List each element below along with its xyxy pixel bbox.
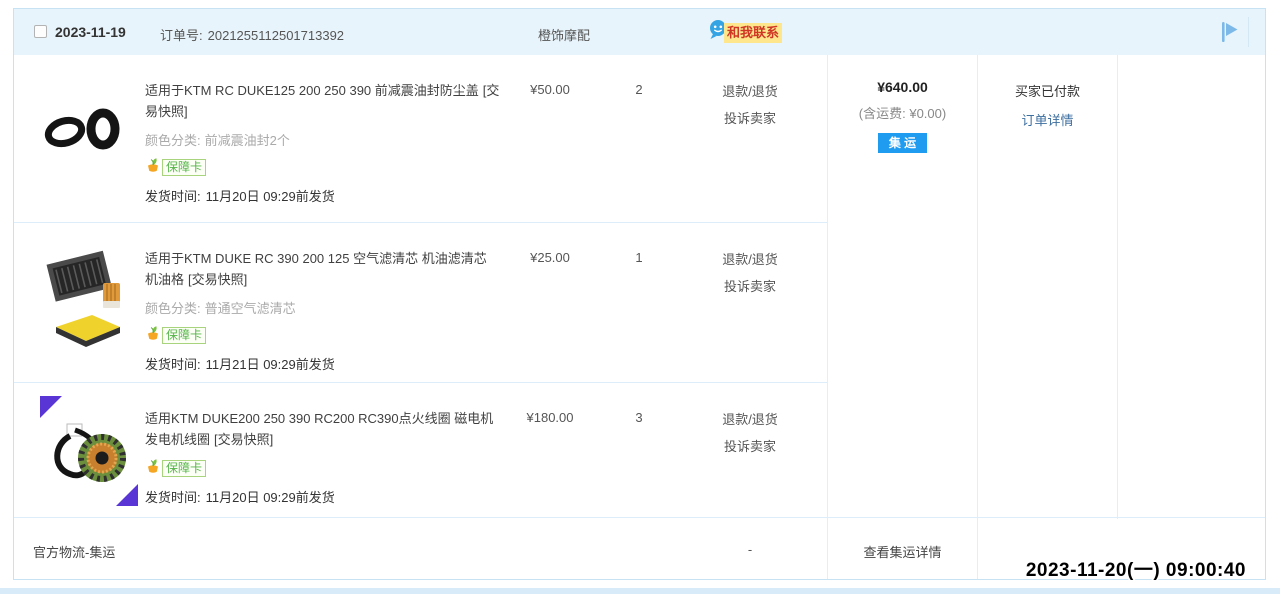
variant-label: 颜色分类: [145,133,201,148]
unit-price: ¥25.00 [494,250,606,265]
order-total: ¥640.00 [828,79,977,95]
header-divider [1248,17,1249,47]
guarantee-badge: 保障卡 [145,459,503,477]
complain-seller-link[interactable]: 投诉卖家 [690,433,810,460]
product-row: 适用于KTM DUKE RC 390 200 125 空气滤清芯 机油滤清芯 机… [14,223,827,383]
order-number-label: 订单号: [160,28,203,43]
status-column: 买家已付款 订单详情 [978,55,1118,519]
product-image[interactable] [40,396,138,511]
order-number-value: 2021255112501713392 [208,28,344,43]
shop-name-link[interactable]: 橙饰摩配 [538,25,590,44]
refund-link[interactable]: 退款/退货 [690,246,810,273]
quantity: 1 [614,250,664,265]
complain-seller-link[interactable]: 投诉卖家 [690,273,810,300]
variant-value: 前减震油封2个 [205,133,290,148]
row-actions: 退款/退货 投诉卖家 [690,406,810,460]
order-detail-link[interactable]: 订单详情 [978,110,1117,129]
complain-seller-link[interactable]: 投诉卖家 [690,105,810,132]
refund-link[interactable]: 退款/退货 [690,78,810,105]
guarantee-badge-label: 保障卡 [162,327,206,344]
extra-column [1118,55,1265,519]
quantity: 3 [614,410,664,425]
ship-time: 发货时间: 11月21日 09:29前发货 [145,354,503,373]
unit-price: ¥180.00 [494,410,606,425]
contact-seller-label: 和我联系 [724,23,782,43]
order-list-page: 2023-11-19 订单号:2021255112501713392 橙饰摩配 … [0,0,1280,596]
product-info: 适用于KTM RC DUKE125 200 250 390 前减震油封防尘盖[交… [145,80,503,205]
ship-time: 发货时间: 11月20日 09:29前发货 [145,186,503,205]
snapshot-link[interactable]: [交易快照] [214,432,273,447]
product-row: 适用于KTM RC DUKE125 200 250 390 前减震油封防尘盖[交… [14,55,827,223]
product-title-link[interactable]: 适用于KTM RC DUKE125 200 250 390 前减震油封防尘盖[交… [145,80,503,122]
product-variant: 颜色分类: 前减震油封2个 [145,130,503,149]
order-status: 买家已付款 [978,81,1117,100]
ship-time: 发货时间: 11月20日 09:29前发货 [145,487,503,506]
product-info: 适用于KTM DUKE RC 390 200 125 空气滤清芯 机油滤清芯 机… [145,248,503,373]
product-info: 适用KTM DUKE200 250 390 RC200 RC390点火线圈 磁电… [145,408,503,506]
product-variant: 颜色分类: 普通空气滤清芯 [145,298,503,317]
ship-time-value: 11月21日 09:29前发货 [206,357,335,372]
logistics-method: 官方物流-集运 [33,542,115,561]
tracking-placeholder: - [690,542,810,557]
ship-time-label: 发货时间: [145,357,201,372]
product-image[interactable] [40,79,130,174]
order-header: 2023-11-19 订单号:2021255112501713392 橙饰摩配 … [14,9,1265,55]
product-title: 适用于KTM RC DUKE125 200 250 390 前减震油封防尘盖 [145,83,479,98]
order-body: 适用于KTM RC DUKE125 200 250 390 前减震油封防尘盖 [交… [14,55,1265,519]
quantity: 2 [614,82,664,97]
screen-timestamp-overlay: 2023-11-20(一) 09:00:40 [1026,555,1246,582]
ship-time-label: 发货时间: [145,189,201,204]
consolidation-tag: 集 运 [878,133,927,153]
row-actions: 退款/退货 投诉卖家 [690,246,810,300]
refund-link[interactable]: 退款/退货 [690,406,810,433]
guarantee-card-icon [145,457,161,479]
footer-divider [977,518,978,579]
products-column: 适用于KTM RC DUKE125 200 250 390 前减震油封防尘盖 [交… [14,55,828,519]
product-title-link[interactable]: 适用于KTM DUKE RC 390 200 125 空气滤清芯 机油滤清芯 机… [145,248,503,290]
product-title: 适用KTM DUKE200 250 390 RC200 RC390点火线圈 磁电… [145,411,493,447]
variant-label: 颜色分类: [145,301,201,316]
order-number-row: 订单号: 2021255112501713392 [160,25,344,44]
amount-column: ¥640.00 (含运费: ¥0.00) 集 运 [828,55,978,519]
guarantee-badge: 保障卡 [145,158,503,176]
ship-time-value: 11月20日 09:29前发货 [206,490,335,505]
guarantee-badge-label: 保障卡 [162,159,206,176]
ship-time-value: 11月20日 09:29前发货 [206,189,335,204]
product-image[interactable] [40,247,130,354]
product-title-link[interactable]: 适用KTM DUKE200 250 390 RC200 RC390点火线圈 磁电… [145,408,503,450]
unit-price: ¥50.00 [494,82,606,97]
ship-time-label: 发货时间: [145,490,201,505]
snapshot-link[interactable]: [交易快照] [188,272,247,287]
guarantee-badge: 保障卡 [145,326,503,344]
view-consolidation-link[interactable]: 查看集运详情 [828,542,977,561]
variant-value: 普通空气滤清芯 [205,301,296,316]
order-card: 2023-11-19 订单号:2021255112501713392 橙饰摩配 … [13,8,1266,580]
order-checkbox[interactable] [34,25,47,38]
guarantee-card-icon [145,156,161,178]
product-row: 适用KTM DUKE200 250 390 RC200 RC390点火线圈 磁电… [14,383,827,519]
flag-order-icon[interactable] [1219,19,1239,45]
order-date: 2023-11-19 [55,24,126,40]
next-section-edge [0,588,1280,594]
shipping-fee-note: (含运费: ¥0.00) [828,103,977,122]
row-actions: 退款/退货 投诉卖家 [690,78,810,132]
contact-seller-button[interactable]: 和我联系 [708,19,782,46]
guarantee-badge-label: 保障卡 [162,460,206,477]
guarantee-card-icon [145,324,161,346]
